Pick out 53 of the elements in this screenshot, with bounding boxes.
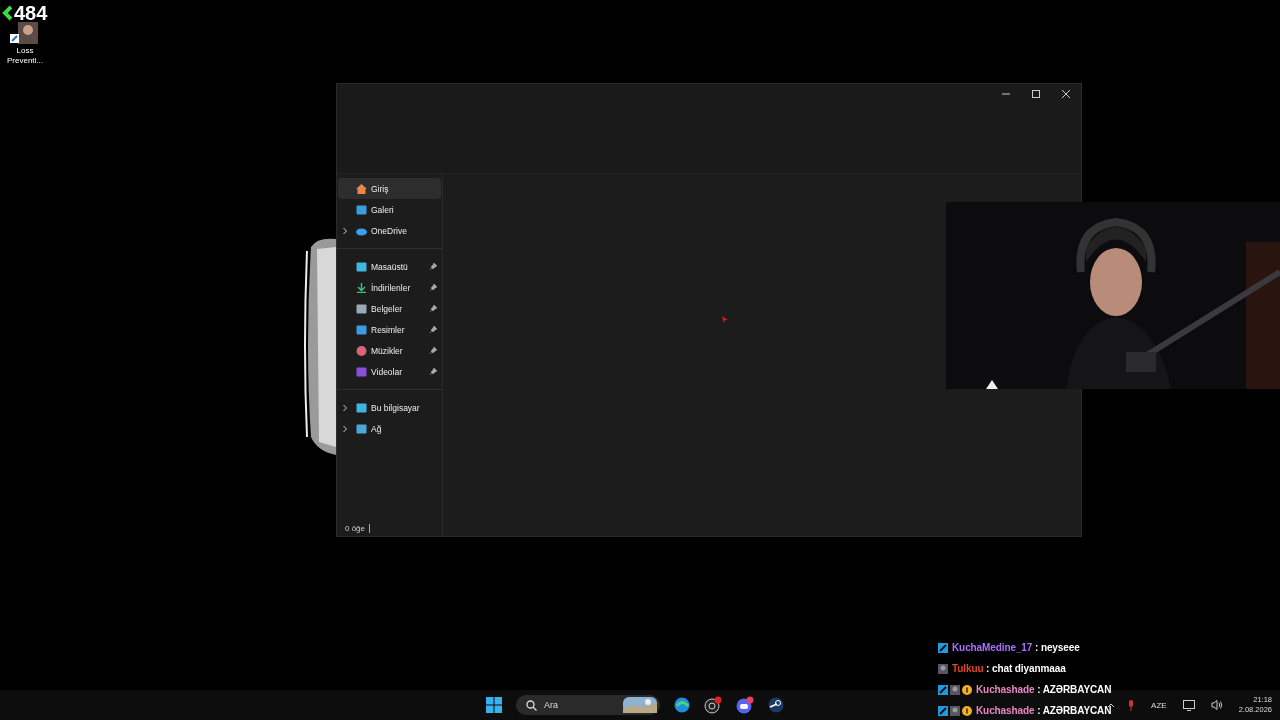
chevron-icon[interactable] — [342, 403, 348, 412]
pin-icon[interactable] — [430, 347, 437, 354]
close-icon[interactable] — [1061, 89, 1071, 99]
search-icon — [526, 699, 537, 711]
search-bar[interactable]: Ara — [516, 695, 660, 715]
pin-icon[interactable] — [430, 368, 437, 375]
sidebar-item[interactable]: Belgeler — [338, 298, 441, 319]
sword-badge-icon — [938, 705, 948, 716]
sidebar-item[interactable]: Bu bilgisayar — [338, 397, 441, 418]
pin-icon[interactable] — [430, 326, 437, 333]
chat-message: Kuchashade : AZƏRBAYCAN — [976, 705, 1112, 716]
chevron-icon[interactable] — [342, 424, 348, 433]
sidebar-item[interactable]: İndirilenler — [338, 277, 441, 298]
icon-label[interactable]: Loss Preventi... — [2, 46, 48, 66]
language-indicator[interactable]: AZE — [1151, 700, 1167, 710]
sidebar-item[interactable]: Giriş — [338, 178, 441, 199]
search-input[interactable]: Ara — [544, 700, 616, 710]
avatar-badge-icon — [950, 705, 960, 716]
pin-icon[interactable] — [430, 263, 437, 270]
sidebar-item[interactable]: Ağ — [338, 418, 441, 439]
chevron-icon[interactable] — [342, 226, 348, 235]
record-app-icon[interactable] — [704, 696, 722, 714]
microphone-icon[interactable] — [1127, 699, 1136, 711]
sidebar-item[interactable]: Müzikler — [338, 340, 441, 361]
home-icon — [356, 183, 367, 194]
start-icon[interactable] — [486, 697, 502, 713]
chevron-icon — [2, 5, 12, 21]
pin-icon[interactable] — [430, 305, 437, 312]
browser-icon[interactable] — [674, 697, 690, 713]
sidebar-item[interactable]: Videolar — [338, 361, 441, 382]
download-icon — [356, 282, 367, 293]
pin-icon[interactable] — [430, 284, 437, 291]
cursor-icon — [722, 316, 728, 323]
sidebar-item[interactable]: Masaüstü — [338, 256, 441, 277]
avatar-badge-icon — [938, 663, 948, 674]
chat-message: Kuchashade : AZƏRBAYCAN — [976, 684, 1112, 695]
sidebar-item[interactable]: Galeri — [338, 199, 441, 220]
chat-message: KuchaMedine_17 : neyseee — [952, 642, 1080, 653]
coin-badge-icon — [962, 705, 972, 716]
app-icon[interactable] — [10, 22, 40, 44]
item-count: 0 öğe — [345, 523, 371, 533]
speaker-icon[interactable] — [1210, 700, 1223, 710]
game-store-icon[interactable] — [768, 697, 784, 713]
chat-app-icon[interactable] — [736, 696, 754, 714]
chat-message: Tulkuu : chat diyanmaaa — [952, 663, 1066, 674]
maximize-icon[interactable] — [1031, 89, 1041, 99]
avatar-badge-icon — [950, 684, 960, 695]
counter-number: 484 — [14, 2, 48, 24]
sidebar-item[interactable]: Resimler — [338, 319, 441, 340]
sidebar-item[interactable]: OneDrive — [338, 220, 441, 241]
sword-badge-icon — [938, 642, 948, 653]
coin-badge-icon — [962, 684, 972, 695]
chevron-up-icon[interactable] — [1107, 702, 1116, 708]
